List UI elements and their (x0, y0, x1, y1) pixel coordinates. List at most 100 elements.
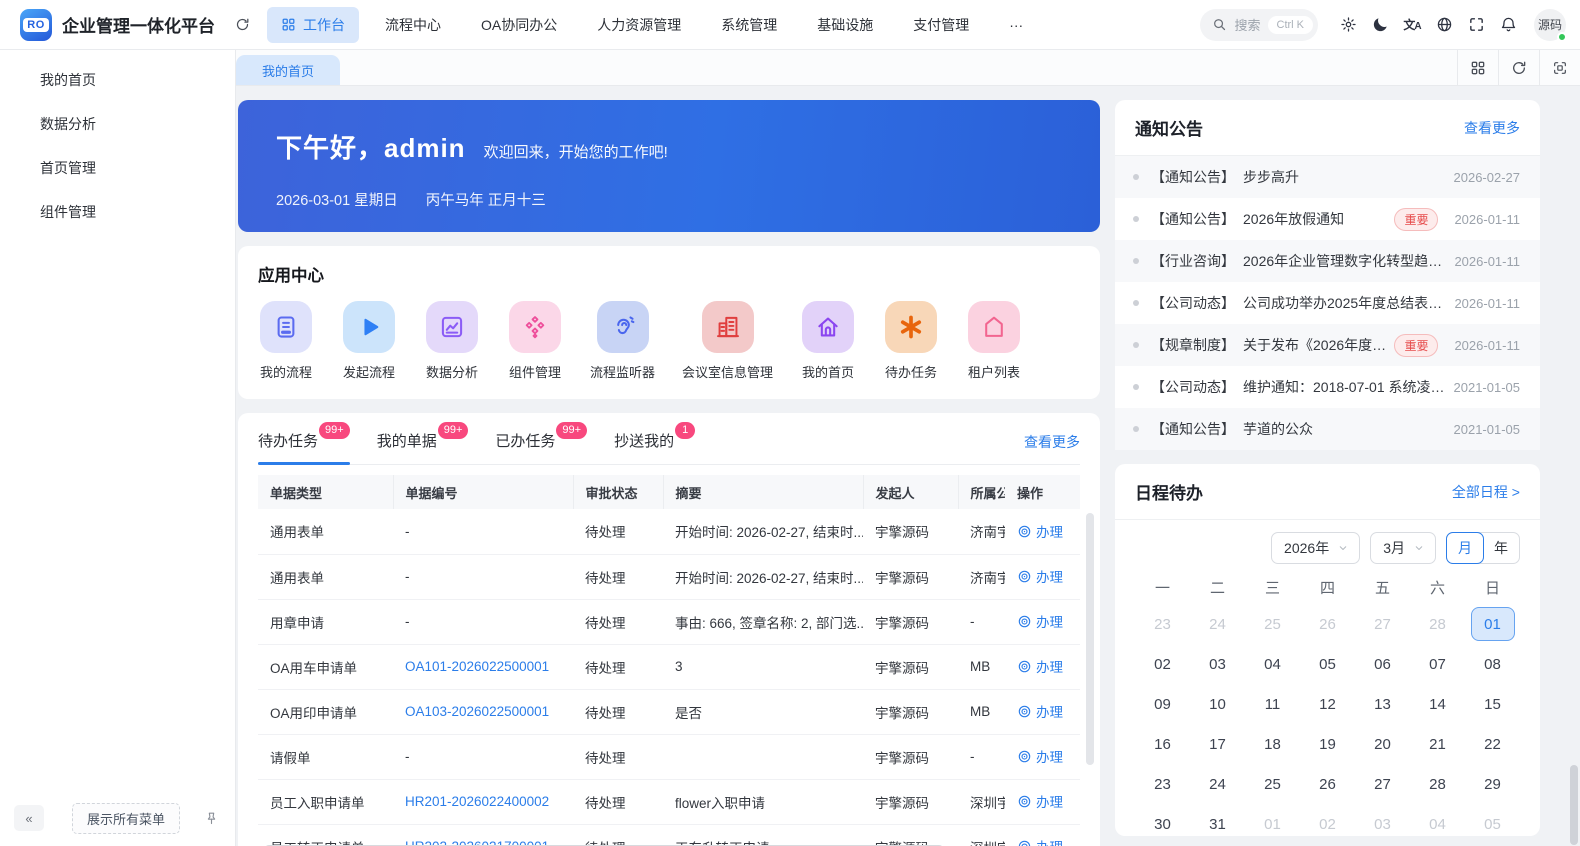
app-item[interactable]: 会议室信息管理 (682, 301, 773, 381)
sidebar-item[interactable]: 我的首页 (0, 58, 235, 102)
doc-code-link[interactable]: HR201-2026022400002 (405, 794, 549, 809)
notice-item[interactable]: 【规章制度】 关于发布《2026年度费... 重要 2026-01-11 (1115, 324, 1540, 366)
calendar-day[interactable]: 04 (1410, 804, 1465, 836)
notice-more-link[interactable]: 查看更多 (1464, 118, 1520, 138)
mode-toggle-month[interactable]: 月 (1446, 532, 1484, 564)
calendar-day[interactable]: 15 (1465, 684, 1520, 724)
page-scrollbar-thumb[interactable] (1570, 765, 1578, 845)
calendar-day[interactable]: 02 (1135, 644, 1190, 684)
nav-menu-item[interactable]: 工作台 (267, 6, 359, 43)
notice-item[interactable]: 【行业咨询】 2026年企业管理数字化转型趋势... 2026-01-11 (1115, 240, 1540, 282)
calendar-day[interactable]: 28 (1410, 604, 1465, 644)
mode-toggle-year[interactable]: 年 (1483, 533, 1519, 563)
calendar-day[interactable]: 04 (1245, 644, 1300, 684)
notice-item[interactable]: 【通知公告】 芋道的公众 2021-01-05 (1115, 408, 1540, 450)
pin-icon[interactable] (204, 811, 219, 826)
notice-item[interactable]: 【公司动态】 公司成功举办2025年度总结表彰... 2026-01-11 (1115, 282, 1540, 324)
calendar-day[interactable]: 02 (1300, 804, 1355, 836)
handle-button[interactable]: 办理 (1017, 701, 1063, 721)
calendar-day[interactable]: 05 (1465, 804, 1520, 836)
calendar-day[interactable]: 17 (1190, 724, 1245, 764)
app-item[interactable]: 发起流程 (341, 301, 397, 381)
calendar-day[interactable]: 11 (1245, 684, 1300, 724)
tasks-more-link[interactable]: 查看更多 (1024, 429, 1080, 452)
calendar-day[interactable]: 20 (1355, 724, 1410, 764)
nav-menu-item[interactable]: 系统管理 (707, 7, 791, 43)
calendar-day[interactable]: 28 (1410, 764, 1465, 804)
task-tab[interactable]: 我的单据99+ (377, 422, 469, 464)
handle-button[interactable]: 办理 (1017, 566, 1063, 586)
moon-icon[interactable] (1364, 9, 1396, 41)
calendar-day[interactable]: 03 (1190, 644, 1245, 684)
table-vertical-scrollbar[interactable] (1086, 513, 1094, 765)
handle-button[interactable]: 办理 (1017, 791, 1063, 811)
fullscreen-icon[interactable] (1460, 9, 1492, 41)
bell-icon[interactable] (1492, 9, 1524, 41)
nav-menu-item[interactable]: 支付管理 (899, 7, 983, 43)
search-input[interactable]: 搜索 Ctrl K (1200, 8, 1318, 41)
calendar-day[interactable]: 05 (1300, 644, 1355, 684)
calendar-day[interactable]: 23 (1135, 604, 1190, 644)
calendar-day[interactable]: 25 (1245, 604, 1300, 644)
doc-code-link[interactable]: OA103-2026022500001 (405, 704, 549, 719)
calendar-day-selected[interactable]: 01 (1465, 604, 1520, 644)
calendar-day[interactable]: 21 (1410, 724, 1465, 764)
handle-button[interactable]: 办理 (1017, 746, 1063, 766)
calendar-day[interactable]: 03 (1355, 804, 1410, 836)
calendar-day[interactable]: 06 (1355, 644, 1410, 684)
workspace-tab[interactable]: 我的首页 (236, 55, 340, 85)
calendar-day[interactable]: 16 (1135, 724, 1190, 764)
calendar-day[interactable]: 18 (1245, 724, 1300, 764)
nav-menu-item[interactable]: 流程中心 (371, 7, 455, 43)
app-item[interactable]: 我的首页 (800, 301, 856, 381)
notice-item[interactable]: 【通知公告】 步步高升 2026-02-27 (1115, 156, 1540, 198)
nav-menu-item[interactable]: 人力资源管理 (583, 7, 695, 43)
calendar-day[interactable]: 01 (1245, 804, 1300, 836)
notice-item[interactable]: 【公司动态】 维护通知：2018-07-01 系统凌晨... 2021-01-05 (1115, 366, 1540, 408)
globe-icon[interactable] (1428, 9, 1460, 41)
sidebar-item[interactable]: 首页管理 (0, 146, 235, 190)
avatar[interactable]: 源码 (1534, 8, 1567, 42)
app-item[interactable]: 待办任务 (883, 301, 939, 381)
calendar-day[interactable]: 26 (1300, 604, 1355, 644)
collapse-sidebar-button[interactable]: « (14, 805, 44, 831)
calendar-day[interactable]: 30 (1135, 804, 1190, 836)
app-item[interactable]: 流程监听器 (590, 301, 655, 381)
handle-button[interactable]: 办理 (1017, 836, 1063, 846)
refresh-icon[interactable] (229, 12, 255, 38)
page-scrollbar[interactable] (1570, 50, 1578, 846)
calendar-day[interactable]: 07 (1410, 644, 1465, 684)
translate-icon[interactable]: 文A (1396, 9, 1428, 41)
handle-button[interactable]: 办理 (1017, 656, 1063, 676)
calendar-day[interactable]: 24 (1190, 604, 1245, 644)
calendar-day[interactable]: 29 (1465, 764, 1520, 804)
calendar-day[interactable]: 13 (1355, 684, 1410, 724)
calendar-day[interactable]: 19 (1300, 724, 1355, 764)
calendar-day[interactable]: 09 (1135, 684, 1190, 724)
schedule-more-link[interactable]: 全部日程 > (1452, 482, 1520, 502)
month-select[interactable]: 3月 (1370, 532, 1436, 564)
calendar-day[interactable]: 26 (1300, 764, 1355, 804)
sidebar-item[interactable]: 组件管理 (0, 190, 235, 234)
doc-code-link[interactable]: OA101-2026022500001 (405, 659, 549, 674)
grid-icon[interactable] (1457, 50, 1498, 85)
task-tab[interactable]: 已办任务99+ (495, 422, 588, 464)
calendar-day[interactable]: 22 (1465, 724, 1520, 764)
calendar-day[interactable]: 12 (1300, 684, 1355, 724)
app-item[interactable]: 数据分析 (424, 301, 480, 381)
calendar-day[interactable]: 24 (1190, 764, 1245, 804)
year-select[interactable]: 2026年 (1271, 532, 1361, 564)
app-item[interactable]: 我的流程 (258, 301, 314, 381)
sidebar-item[interactable]: 数据分析 (0, 102, 235, 146)
task-tab[interactable]: 待办任务99+ (258, 422, 350, 465)
app-item[interactable]: 租户列表 (966, 301, 1022, 381)
calendar-day[interactable]: 14 (1410, 684, 1465, 724)
calendar-day[interactable]: 23 (1135, 764, 1190, 804)
notice-item[interactable]: 【通知公告】 2026年放假通知 重要 2026-01-11 (1115, 198, 1540, 240)
settings-icon[interactable] (1332, 9, 1364, 41)
nav-more-button[interactable]: ··· (995, 9, 1037, 41)
task-tab[interactable]: 抄送我的1 (614, 422, 696, 464)
handle-button[interactable]: 办理 (1017, 521, 1063, 541)
calendar-day[interactable]: 08 (1465, 644, 1520, 684)
nav-menu-item[interactable]: OA协同办公 (467, 7, 571, 43)
